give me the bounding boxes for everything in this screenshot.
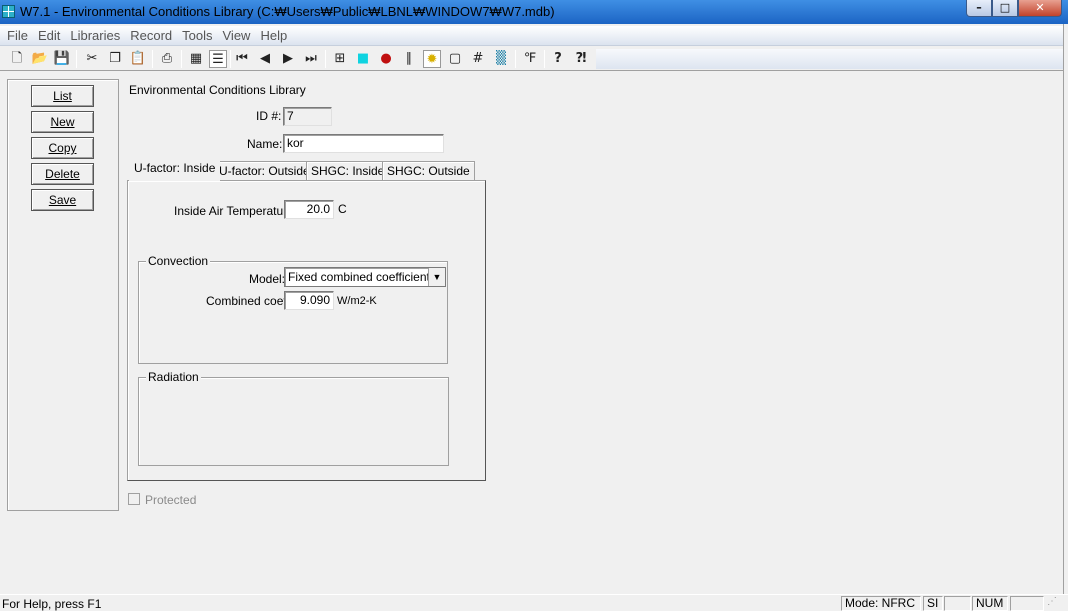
menu-help[interactable]: Help [255, 28, 292, 43]
library-heading: Environmental Conditions Library [129, 83, 306, 97]
model-label: Model: [249, 272, 286, 286]
frame-icon[interactable]: ∥ [400, 50, 418, 68]
tab-u-factor-outside[interactable]: U-factor: Outside [214, 161, 315, 181]
hatch-icon[interactable]: ▒ [492, 50, 510, 68]
toolbar-separator [152, 50, 153, 68]
window-right-edge [1063, 24, 1068, 610]
toolbar: 🗋 📂 💾 ✂ ❐ 📋 ⎙ ▦ ☰ ⏮ ◀ ▶ ⏭ ⊞ ■ ● ∥ ✹ ▢ # … [0, 47, 1063, 71]
status-caps [944, 596, 971, 611]
tab-shgc-outside[interactable]: SHGC: Outside [382, 161, 475, 181]
copy-icon[interactable]: ❐ [106, 50, 124, 68]
status-num: NUM [972, 596, 1008, 611]
temperature-unit: C [338, 202, 347, 216]
chevron-down-icon[interactable]: ▼ [428, 268, 445, 286]
toolbar-separator [544, 50, 545, 68]
window-controls: – □ ✕ [966, 0, 1062, 18]
minimize-button[interactable]: – [966, 0, 992, 17]
title-bar[interactable]: W7.1 - Environmental Conditions Library … [0, 0, 1068, 24]
window-title: W7.1 - Environmental Conditions Library … [20, 4, 555, 19]
convection-legend: Convection [146, 254, 211, 268]
context-help-icon[interactable]: ⁈ [572, 50, 590, 68]
toolbar-separator [515, 50, 516, 68]
print-icon[interactable]: ⎙ [158, 50, 176, 68]
radiation-legend: Radiation [146, 370, 201, 384]
menu-tools[interactable]: Tools [177, 28, 217, 43]
glazing-icon[interactable]: ■ [354, 50, 372, 68]
menu-libraries[interactable]: Libraries [65, 28, 125, 43]
open-folder-icon[interactable]: 📂 [31, 50, 49, 68]
toolbar-separator [325, 50, 326, 68]
combined-coef-label: Combined coef. [206, 294, 291, 308]
resize-grip-icon[interactable]: ⋰ [1047, 596, 1057, 607]
maximize-button[interactable]: □ [992, 0, 1018, 17]
status-mode: Mode: NFRC [841, 596, 921, 611]
status-bar: For Help, press F1 Mode: NFRC SI NUM ⋰ [0, 594, 1068, 611]
save-button[interactable]: Save [31, 189, 94, 211]
previous-record-icon[interactable]: ◀ [256, 50, 274, 68]
save-disk-icon[interactable]: 💾 [53, 50, 71, 68]
last-record-icon[interactable]: ⏭ [302, 50, 320, 68]
toolbar-separator [76, 50, 77, 68]
inside-air-temperature-input[interactable]: 20.0 [284, 200, 334, 219]
model-select-value: Fixed combined coefficient [288, 270, 430, 284]
combined-coef-input[interactable]: 9.090 [284, 291, 334, 310]
command-panel: List New Copy Delete Save [7, 79, 119, 511]
toolbar-empty-area [596, 49, 1063, 69]
thermal-icon[interactable]: ● [377, 50, 395, 68]
menu-record[interactable]: Record [125, 28, 177, 43]
help-icon[interactable]: ? [549, 50, 567, 68]
radiation-group: Radiation [138, 370, 449, 466]
app-icon[interactable] [2, 5, 15, 18]
menu-file[interactable]: File [2, 28, 33, 43]
protected-checkbox[interactable] [128, 493, 140, 505]
new-file-icon[interactable]: 🗋 [8, 50, 26, 68]
temperature-icon[interactable]: ✹ [423, 50, 441, 68]
id-field: 7 [283, 107, 332, 126]
paste-icon[interactable]: 📋 [129, 50, 147, 68]
toolbar-separator [230, 50, 231, 68]
list-view-icon[interactable]: ☰ [209, 50, 227, 68]
convection-group: Convection Model: Fixed combined coeffic… [138, 254, 448, 364]
status-units: SI [923, 596, 943, 611]
status-scroll [1010, 596, 1044, 611]
name-input[interactable]: kor [283, 134, 444, 153]
status-help-text: For Help, press F1 [2, 597, 102, 611]
hash-icon[interactable]: # [469, 50, 487, 68]
new-button[interactable]: New [31, 111, 94, 133]
tab-u-factor-inside[interactable]: U-factor: Inside [129, 158, 221, 181]
inside-air-temperature-label: Inside Air Temperature [174, 204, 294, 218]
menu-view[interactable]: View [218, 28, 256, 43]
model-select[interactable]: Fixed combined coefficient ▼ [284, 267, 446, 287]
toolbar-separator [181, 50, 182, 68]
delete-button[interactable]: Delete [31, 163, 94, 185]
protected-label: Protected [145, 493, 197, 507]
close-button[interactable]: ✕ [1018, 0, 1062, 17]
first-record-icon[interactable]: ⏮ [233, 50, 251, 68]
menu-bar: File Edit Libraries Record Tools View He… [0, 26, 1063, 46]
next-record-icon[interactable]: ▶ [279, 50, 297, 68]
window-grid-icon[interactable]: ⊞ [331, 50, 349, 68]
tab-panel: Inside Air Temperature 20.0 C Convection… [127, 180, 486, 481]
list-button[interactable]: List [31, 85, 94, 107]
menu-edit[interactable]: Edit [33, 28, 65, 43]
combined-coef-unit: W/m2-K [337, 295, 377, 307]
id-label: ID #: [256, 109, 282, 123]
square-frame-icon[interactable]: ▢ [446, 50, 464, 68]
units-fc-icon[interactable]: ℉ [521, 50, 539, 68]
cut-icon[interactable]: ✂ [83, 50, 101, 68]
copy-button[interactable]: Copy [31, 137, 94, 159]
tab-shgc-inside[interactable]: SHGC: Inside [306, 161, 390, 181]
grid-view-icon[interactable]: ▦ [187, 50, 205, 68]
name-label: Name: [247, 137, 283, 151]
